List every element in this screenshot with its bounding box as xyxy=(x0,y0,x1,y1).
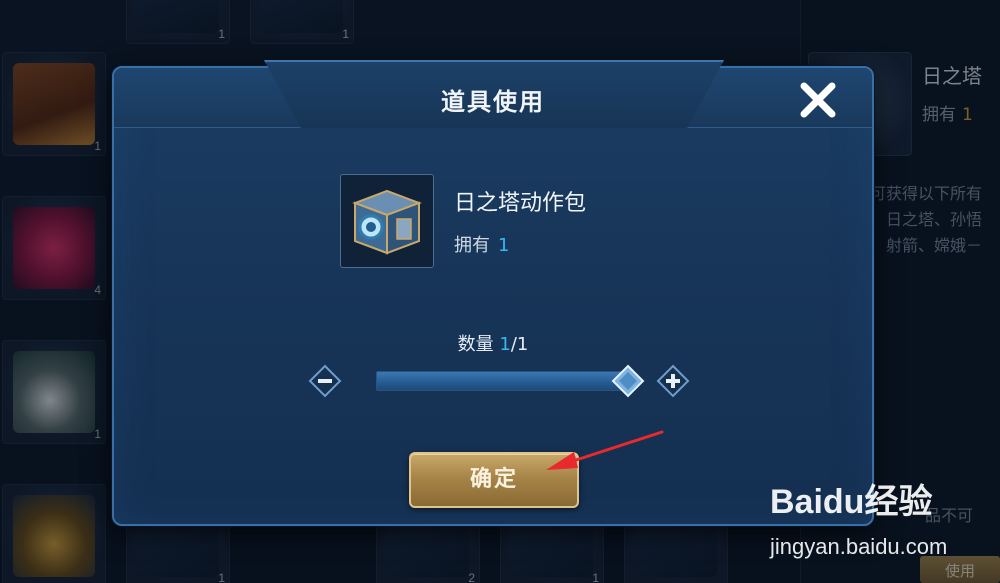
baidu-watermark: Baidu经验 jingyan.baidu.com xyxy=(770,474,1000,574)
baidu-jingyan-logo: Baidu经验 xyxy=(770,483,933,521)
inventory-item-art xyxy=(261,0,343,33)
increase-quantity-button[interactable] xyxy=(656,364,690,398)
selected-item-description-line: 、射箭、嫦娥－ xyxy=(870,236,983,255)
inventory-slot[interactable]: 1 xyxy=(250,0,354,44)
quantity-label: 数量 1/1 xyxy=(457,334,529,355)
selected-item-owned: 拥有 1 xyxy=(922,105,973,125)
confirm-button[interactable]: 确定 xyxy=(409,452,579,508)
quantity-slider-track[interactable] xyxy=(376,371,629,391)
item-use-dialog: 道具使用 日之塔动作包 拥有 1 数量 1/1 确定 xyxy=(112,60,874,526)
selected-item-description-line: 可获得以下所有 xyxy=(870,184,983,203)
inventory-slot[interactable]: 4 xyxy=(2,196,106,300)
item-name: 日之塔动作包 xyxy=(454,191,587,216)
inventory-slot[interactable]: 1 xyxy=(2,52,106,156)
decrease-quantity-button[interactable] xyxy=(308,364,342,398)
plus-icon xyxy=(656,364,690,398)
inventory-slot[interactable]: 1 xyxy=(2,340,106,444)
inventory-item-count: 4 xyxy=(94,283,101,297)
inventory-item-count: 1 xyxy=(94,139,101,153)
item-owned-count: 拥有 1 xyxy=(454,235,510,256)
dialog-title: 道具使用 xyxy=(441,88,545,116)
inventory-item-count: 1 xyxy=(342,27,349,41)
inventory-item-art xyxy=(13,63,95,145)
selected-item-description-line: 、日之塔、孙悟 xyxy=(870,210,983,229)
inventory-item-count: 2 xyxy=(468,571,475,583)
inventory-item-art xyxy=(13,495,95,577)
quantity-slider-thumb[interactable] xyxy=(611,364,645,398)
close-button[interactable] xyxy=(794,76,842,124)
action-pack-box-icon xyxy=(352,189,422,255)
quantity-slider-fill xyxy=(377,372,629,390)
selected-item-title: 日之塔 xyxy=(922,64,982,88)
item-icon xyxy=(340,174,434,268)
close-icon xyxy=(800,82,836,118)
inventory-item-count: 1 xyxy=(218,27,225,41)
inventory-item-art xyxy=(13,207,95,289)
inventory-item-count: 1 xyxy=(592,571,599,583)
minus-icon xyxy=(308,364,342,398)
inventory-item-count: 1 xyxy=(94,427,101,441)
inventory-item-art xyxy=(13,351,95,433)
watermark-url: jingyan.baidu.com xyxy=(770,534,948,559)
inventory-item-art xyxy=(137,0,219,33)
inventory-slot[interactable] xyxy=(2,484,106,583)
diamond-handle-icon xyxy=(611,364,645,398)
inventory-item-count: 1 xyxy=(218,571,225,583)
inventory-slot[interactable]: 1 xyxy=(126,0,230,44)
